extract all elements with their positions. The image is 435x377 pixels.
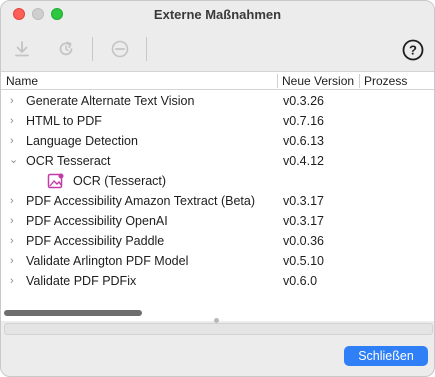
table-row[interactable]: › PDF Accessibility Paddle v0.0.36 [1,231,434,251]
action-version: v0.0.36 [283,234,325,248]
table-row-child[interactable]: OCR (Tesseract) [1,171,434,191]
action-version: v0.6.13 [283,134,325,148]
toolbar-separator [146,37,147,61]
table-row[interactable]: › Language Detection v0.6.13 [1,131,434,151]
table-row[interactable]: › Generate Alternate Text Vision v0.3.26 [1,91,434,111]
action-version: v0.3.17 [283,214,325,228]
chevron-right-icon[interactable]: › [10,255,20,267]
title-bar: Externe Maßnahmen [1,1,434,27]
chevron-down-icon[interactable]: ⌄ [9,153,19,166]
close-window-button[interactable] [13,8,25,20]
action-version: v0.7.16 [283,114,325,128]
action-name: Language Detection [26,134,138,148]
horizontal-scrollbar[interactable] [4,310,142,316]
action-name: PDF Accessibility OpenAI [26,214,168,228]
toolbar: ? [1,31,434,67]
download-button[interactable] [10,37,34,61]
image-text-icon [47,172,65,190]
action-version: v0.3.26 [283,94,325,108]
minimize-window-button[interactable] [32,8,44,20]
dialog-window: Externe Maßnahmen ? Name Neue Version Pr… [0,0,435,377]
zoom-window-button[interactable] [51,8,63,20]
refresh-button[interactable] [54,37,78,61]
help-button[interactable]: ? [402,39,424,61]
action-child-name: OCR (Tesseract) [73,174,167,188]
table-row[interactable]: › Validate PDF PDFix v0.6.0 [1,271,434,291]
action-name: Validate Arlington PDF Model [26,254,189,268]
remove-button[interactable] [108,37,132,61]
table-header: Name Neue Version Prozess [1,72,434,90]
chevron-right-icon[interactable]: › [10,215,20,227]
table-row[interactable]: › PDF Accessibility Amazon Textract (Bet… [1,191,434,211]
chevron-right-icon[interactable]: › [10,235,20,247]
actions-table: Name Neue Version Prozess › Generate Alt… [1,71,434,321]
action-name: PDF Accessibility Paddle [26,234,165,248]
action-name: HTML to PDF [26,114,102,128]
detail-pane [4,323,433,335]
action-name: PDF Accessibility Amazon Textract (Beta) [26,194,256,208]
refresh-icon [59,41,73,56]
table-row[interactable]: › HTML to PDF v0.7.16 [1,111,434,131]
toolbar-separator [92,37,93,61]
chevron-right-icon[interactable]: › [10,195,20,207]
svg-text:?: ? [409,43,417,58]
action-version: v0.5.10 [283,254,325,268]
window-title: Externe Maßnahmen [153,6,282,22]
column-divider[interactable] [359,74,360,88]
chevron-right-icon[interactable]: › [10,135,20,147]
close-button[interactable]: Schließen [344,346,428,366]
column-header-new-version[interactable]: Neue Version [282,74,358,88]
help-icon: ? [402,39,424,61]
column-divider[interactable] [277,74,278,88]
action-version: v0.3.17 [283,194,325,208]
download-icon [15,41,29,57]
remove-icon [111,40,129,58]
chevron-right-icon[interactable]: › [10,275,20,287]
action-name: Generate Alternate Text Vision [26,94,195,108]
table-row[interactable]: ⌄ OCR Tesseract v0.4.12 [1,151,434,171]
table-row[interactable]: › Validate Arlington PDF Model v0.5.10 [1,251,434,271]
action-name: OCR Tesseract [26,154,111,168]
chevron-right-icon[interactable]: › [10,115,20,127]
table-row[interactable]: › PDF Accessibility OpenAI v0.3.17 [1,211,434,231]
column-header-process[interactable]: Prozess [364,74,407,88]
column-header-name[interactable]: Name [6,74,38,88]
action-name: Validate PDF PDFix [26,274,137,288]
window-controls [13,8,63,20]
chevron-right-icon[interactable]: › [10,95,20,107]
action-version: v0.4.12 [283,154,325,168]
action-version: v0.6.0 [283,274,318,288]
